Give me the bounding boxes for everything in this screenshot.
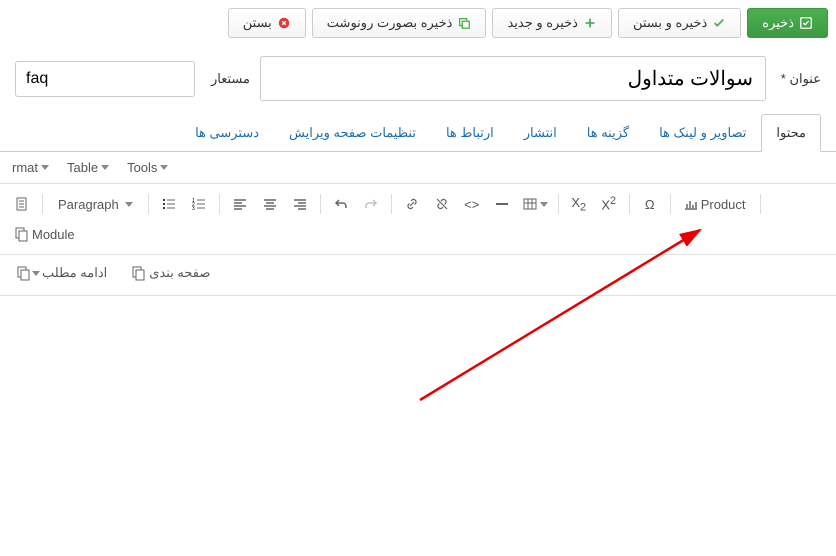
- editor-toolbar: Paragraph 123 <> X2 X2 Ω Product Module: [0, 184, 836, 255]
- link-button[interactable]: [398, 190, 426, 218]
- save-close-button[interactable]: ذخیره و بستن: [618, 8, 741, 38]
- specialchar-button[interactable]: Ω: [636, 190, 664, 218]
- title-input[interactable]: [260, 56, 766, 101]
- omega-icon: Ω: [643, 197, 657, 212]
- editor-content-area[interactable]: [0, 296, 836, 556]
- title-label: عنوان *: [776, 71, 821, 87]
- menu-tools[interactable]: Tools: [127, 160, 168, 175]
- alias-input[interactable]: [15, 61, 195, 97]
- tab-publish[interactable]: انتشار: [509, 114, 572, 152]
- module-button[interactable]: Module: [8, 220, 83, 248]
- check-icon: [712, 16, 726, 30]
- ul-button[interactable]: [155, 190, 183, 218]
- copy-icon: [457, 16, 471, 30]
- align-left-icon: [232, 196, 248, 212]
- tab-bar: محتوا تصاویر و لینک ها گزینه ها انتشار ا…: [0, 114, 836, 152]
- chart-icon: [683, 196, 699, 212]
- module-icon: [14, 226, 30, 242]
- save-new-label: ذخیره و جدید: [507, 15, 578, 31]
- align-right-icon: [292, 196, 308, 212]
- ul-icon: [161, 196, 177, 212]
- subscript-icon: X2: [569, 195, 588, 214]
- hr-icon: [494, 196, 510, 212]
- editor-container: rmat Table Tools Paragraph 123 <> X2 X2 …: [0, 151, 836, 556]
- tab-images[interactable]: تصاویر و لینک ها: [644, 114, 761, 152]
- close-button[interactable]: بستن: [228, 8, 306, 38]
- table-icon: [522, 196, 538, 212]
- plus-icon: [583, 16, 597, 30]
- redo-icon: [363, 196, 379, 212]
- tab-permissions[interactable]: دسترسی ها: [180, 114, 274, 152]
- close-icon: [277, 16, 291, 30]
- align-center-button[interactable]: [256, 190, 284, 218]
- subscript-button[interactable]: X2: [565, 190, 593, 218]
- title-row: عنوان * مستعار: [0, 46, 836, 106]
- pagebreak-button[interactable]: صفحه بندی: [123, 259, 220, 287]
- save-label: ذخیره: [762, 15, 794, 31]
- svg-text:3: 3: [192, 206, 195, 212]
- undo-icon: [333, 196, 349, 212]
- menu-format[interactable]: rmat: [12, 160, 49, 175]
- editor-toolbar-2: ادامه مطلب صفحه بندی: [0, 255, 836, 296]
- align-right-button[interactable]: [286, 190, 314, 218]
- newdoc-button[interactable]: [8, 190, 36, 218]
- tab-content[interactable]: محتوا: [761, 114, 821, 152]
- menu-table[interactable]: Table: [67, 160, 109, 175]
- editor-menubar: rmat Table Tools: [0, 152, 836, 184]
- tab-editconfig[interactable]: تنظیمات صفحه ویرایش: [274, 114, 431, 152]
- code-icon: <>: [462, 197, 481, 212]
- superscript-icon: X2: [599, 195, 618, 212]
- align-left-button[interactable]: [226, 190, 254, 218]
- ol-button[interactable]: 123: [185, 190, 213, 218]
- readmore-icon: [16, 265, 32, 281]
- action-toolbar: ذخیره ذخیره و بستن ذخیره و جدید ذخیره بص…: [0, 0, 836, 46]
- code-button[interactable]: <>: [458, 190, 486, 218]
- table-button[interactable]: [518, 190, 552, 218]
- product-button[interactable]: Product: [677, 190, 754, 218]
- readmore-button[interactable]: ادامه مطلب: [8, 259, 117, 287]
- unlink-button[interactable]: [428, 190, 456, 218]
- redo-button[interactable]: [357, 190, 385, 218]
- apply-icon: [799, 16, 813, 30]
- undo-button[interactable]: [327, 190, 355, 218]
- save-copy-button[interactable]: ذخیره بصورت رونوشت: [312, 8, 487, 38]
- link-icon: [404, 196, 420, 212]
- save-new-button[interactable]: ذخیره و جدید: [492, 8, 612, 38]
- unlink-icon: [434, 196, 450, 212]
- tab-assoc[interactable]: ارتباط ها: [431, 114, 509, 152]
- save-copy-label: ذخیره بصورت رونوشت: [327, 15, 453, 31]
- align-center-icon: [262, 196, 278, 212]
- close-label: بستن: [243, 15, 272, 31]
- save-button[interactable]: ذخیره: [747, 8, 828, 38]
- hr-button[interactable]: [488, 190, 516, 218]
- paragraph-select[interactable]: Paragraph: [49, 192, 142, 217]
- pagebreak-icon: [131, 265, 147, 281]
- superscript-button[interactable]: X2: [595, 190, 623, 218]
- alias-label: مستعار: [205, 71, 250, 87]
- save-close-label: ذخیره و بستن: [633, 15, 707, 31]
- newdoc-icon: [14, 196, 30, 212]
- tab-options[interactable]: گزینه ها: [572, 114, 644, 152]
- ol-icon: 123: [191, 196, 207, 212]
